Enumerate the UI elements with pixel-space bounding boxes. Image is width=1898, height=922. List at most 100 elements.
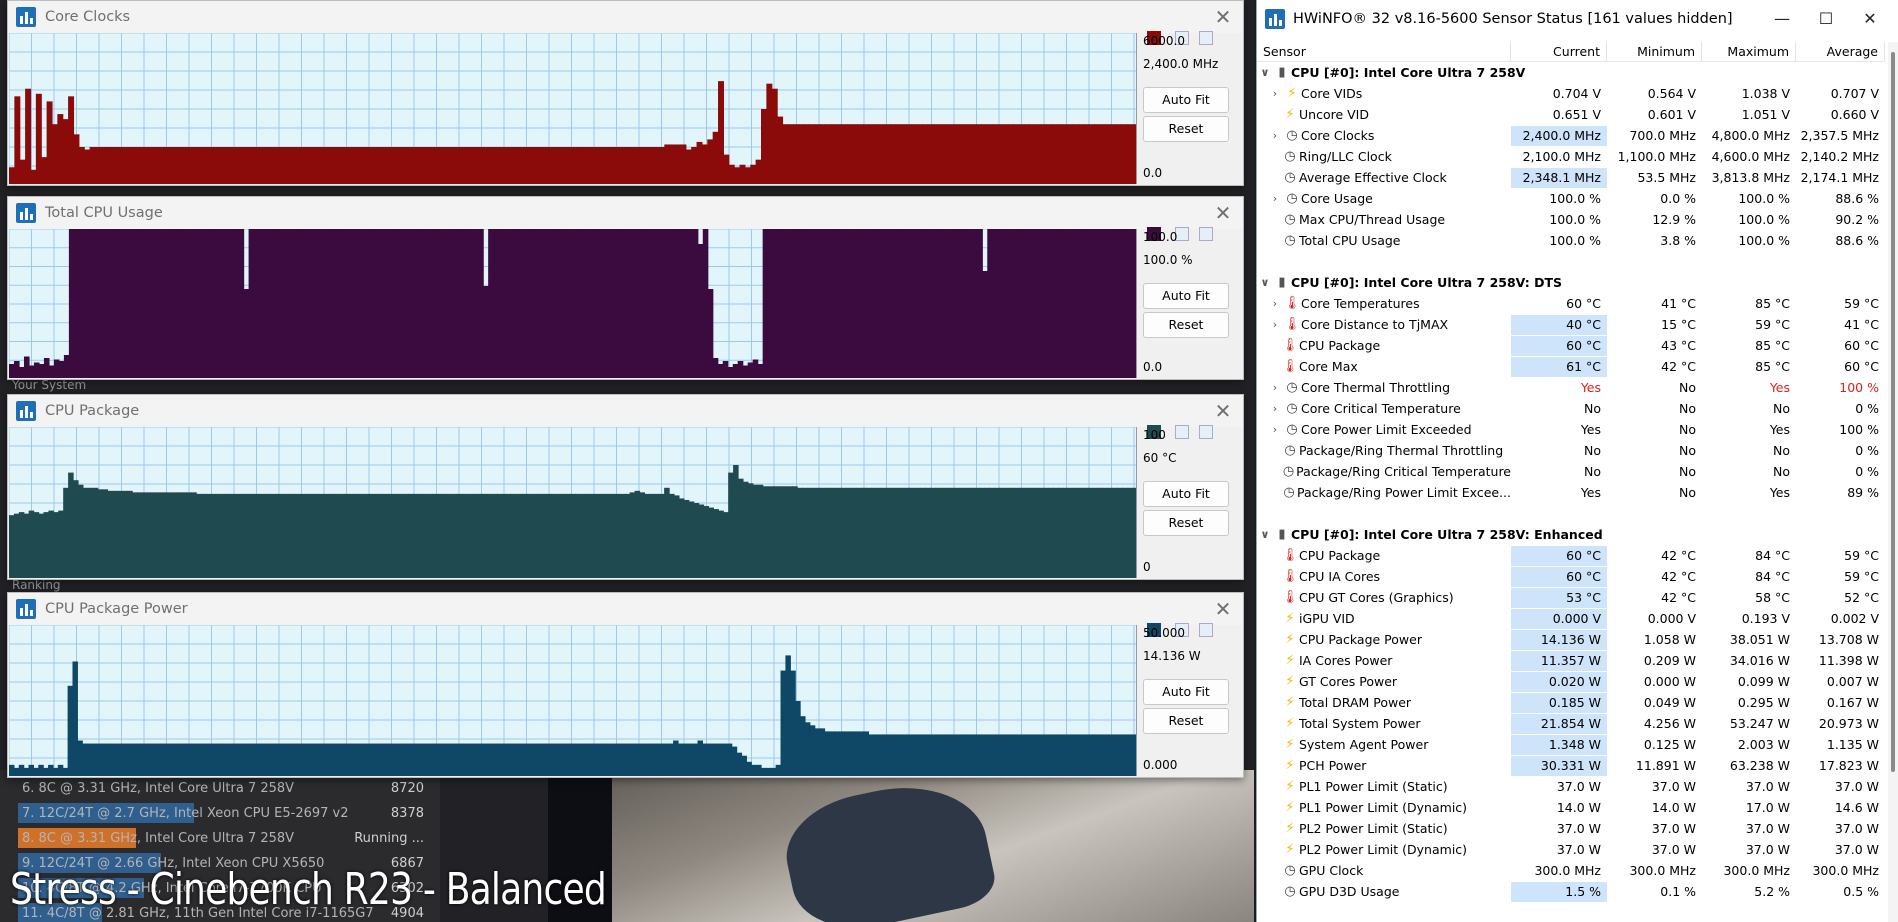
- sensor-row[interactable]: ◷ GPU Clock 300.0 MHz 300.0 MHz 300.0 MHz 300…: [1257, 860, 1885, 881]
- chevron-down-icon[interactable]: ∨: [1257, 528, 1273, 541]
- sensor-row[interactable]: ⚡ CPU Package Power 14.136 W 1.058 W 38.051 …: [1257, 629, 1885, 650]
- sensor-row[interactable]: ⚡ Total System Power 21.854 W 4.256 W 53.247…: [1257, 713, 1885, 734]
- sensor-group-header[interactable]: ∨ ▮ CPU [#0]: Intel Core Ultra 7 258V: [1257, 62, 1885, 83]
- sensor-row[interactable]: › 🌡 Core Distance to TjMAX 40 °C 15 °C 59 °C 4…: [1257, 314, 1885, 335]
- sensor-row[interactable]: ⚡ PL2 Power Limit (Static) 37.0 W 37.0 W 37.…: [1257, 818, 1885, 839]
- graph-option-square[interactable]: [1199, 623, 1213, 637]
- reset-button[interactable]: Reset: [1143, 510, 1229, 536]
- sensor-row[interactable]: ⚡ System Agent Power 1.348 W 0.125 W 2.003 W…: [1257, 734, 1885, 755]
- column-header-average[interactable]: Average: [1796, 42, 1885, 61]
- sensor-row[interactable]: 🌡 CPU GT Cores (Graphics) 53 °C 42 °C 58 °C 5…: [1257, 587, 1885, 608]
- sensor-row[interactable]: ◷ Package/Ring Critical Temperature No No No…: [1257, 461, 1885, 482]
- sensor-row[interactable]: ⚡ PL1 Power Limit (Dynamic) 14.0 W 14.0 W 17…: [1257, 797, 1885, 818]
- auto-fit-button[interactable]: Auto Fit: [1143, 679, 1229, 705]
- close-icon[interactable]: ✕: [1213, 401, 1233, 421]
- sensor-row[interactable]: ⚡ GT Cores Power 0.020 W 0.000 W 0.099 W 0.00…: [1257, 671, 1885, 692]
- sensor-group-header[interactable]: ∨ ▮ CPU [#0]: Intel Core Ultra 7 258V: Enh…: [1257, 524, 1885, 545]
- sensor-row[interactable]: ⚡ Total DRAM Power 0.185 W 0.049 W 0.295 W 0.…: [1257, 692, 1885, 713]
- close-icon[interactable]: ✕: [1213, 7, 1233, 27]
- sensor-row[interactable]: ⚡ iGPU VID 0.000 V 0.000 V 0.193 V 0.002 V: [1257, 608, 1885, 629]
- sensor-row[interactable]: ⚡ PL2 Power Limit (Dynamic) 37.0 W 37.0 W 37…: [1257, 839, 1885, 860]
- sensor-name: CPU Package Power: [1299, 632, 1422, 647]
- chevron-down-icon[interactable]: ∨: [1257, 276, 1273, 289]
- graph-sample-bar: [513, 147, 520, 184]
- hwinfo-sensor-window[interactable]: HWiNFO® 32 v8.16-5600 Sensor Status [161…: [1256, 0, 1898, 922]
- chevron-down-icon[interactable]: ∨: [1257, 66, 1273, 79]
- sensor-row[interactable]: › 🌡 Core Temperatures 60 °C 41 °C 85 °C 59 °C: [1257, 293, 1885, 314]
- chevron-right-icon[interactable]: ›: [1267, 423, 1283, 436]
- graph-sample-bar: [1068, 487, 1074, 578]
- column-header-minimum[interactable]: Minimum: [1607, 42, 1702, 61]
- sensor-row[interactable]: 🌡 Core Max 61 °C 42 °C 85 °C 60 °C: [1257, 356, 1885, 377]
- graph-sample-bar: [1029, 124, 1036, 184]
- vertical-scrollbar[interactable]: [1888, 42, 1898, 922]
- close-icon[interactable]: ✕: [1213, 203, 1233, 223]
- column-header-maximum[interactable]: Maximum: [1702, 42, 1796, 61]
- graph-sample-bar: [599, 743, 606, 776]
- sensor-row[interactable]: › ◷ Core Power Limit Exceeded Yes No Yes 100 %: [1257, 419, 1885, 440]
- reset-button[interactable]: Reset: [1143, 116, 1229, 142]
- hwinfo-titlebar[interactable]: HWiNFO® 32 v8.16-5600 Sensor Status [161…: [1257, 0, 1898, 38]
- chevron-right-icon[interactable]: ›: [1267, 297, 1283, 310]
- sensor-row[interactable]: ◷ Package/Ring Thermal Throttling No No No 0 …: [1257, 440, 1885, 461]
- sensor-row[interactable]: ◷ Total CPU Usage 100.0 % 3.8 % 100.0 % 88.6 …: [1257, 230, 1885, 251]
- graph-titlebar[interactable]: CPU Package ✕: [8, 395, 1243, 427]
- sensor-row[interactable]: › ◷ Core Clocks 2,400.0 MHz 700.0 MHz 4,800.0…: [1257, 125, 1885, 146]
- auto-fit-button[interactable]: Auto Fit: [1143, 481, 1229, 507]
- graph-window-core-clocks[interactable]: Core Clocks ✕ 6000.0 2,400.0 MHz Auto Fit Res…: [7, 0, 1244, 186]
- sensor-row[interactable]: ◷ Ring/LLC Clock 2,100.0 MHz 1,100.0 MHz 4,6…: [1257, 146, 1885, 167]
- chevron-right-icon[interactable]: ›: [1267, 318, 1283, 331]
- graph-window-cpu-package[interactable]: CPU Package ✕ 100 60 °C Auto Fit Reset 0: [7, 394, 1244, 580]
- sensor-row[interactable]: ◷ GPU D3D Usage 1.5 % 0.1 % 5.2 % 0.5 %: [1257, 881, 1885, 902]
- graph-titlebar[interactable]: Core Clocks ✕: [8, 1, 1243, 33]
- sensor-row[interactable]: ◷ Package/Ring Power Limit Excee... Yes No Y…: [1257, 482, 1885, 503]
- reset-button[interactable]: Reset: [1143, 708, 1229, 734]
- sensor-row[interactable]: ◷ Max CPU/Thread Usage 100.0 % 12.9 % 100.0 …: [1257, 209, 1885, 230]
- sensor-row[interactable]: ◷ Average Effective Clock 2,348.1 MHz 53.5 …: [1257, 167, 1885, 188]
- column-header-current[interactable]: Current: [1511, 42, 1607, 61]
- sensor-row[interactable]: 🌡 CPU Package 60 °C 42 °C 84 °C 59 °C: [1257, 545, 1885, 566]
- graph-window-cpu-package-power[interactable]: CPU Package Power ✕ 50.000 14.136 W Auto Fit…: [7, 592, 1244, 778]
- graph-sample-bar: [632, 147, 639, 184]
- sensor-row[interactable]: › ⚡ Core VIDs 0.704 V 0.564 V 1.038 V 0.707 V: [1257, 83, 1885, 104]
- reset-button[interactable]: Reset: [1143, 312, 1229, 338]
- sensor-average-value: 0 %: [1855, 442, 1879, 458]
- graph-sample-bar: [848, 731, 855, 776]
- sensor-row[interactable]: ⚡ PCH Power 30.331 W 11.891 W 63.238 W 17.823…: [1257, 755, 1885, 776]
- sensor-row[interactable]: › ◷ Core Usage 100.0 % 0.0 % 100.0 % 88.6 %: [1257, 188, 1885, 209]
- chevron-right-icon[interactable]: ›: [1267, 192, 1283, 205]
- graph-option-square[interactable]: [1199, 227, 1213, 241]
- graph-titlebar[interactable]: Total CPU Usage ✕: [8, 197, 1243, 229]
- minimize-icon[interactable]: —: [1772, 9, 1792, 28]
- chevron-right-icon[interactable]: ›: [1267, 381, 1283, 394]
- column-header-sensor[interactable]: Sensor: [1257, 42, 1511, 61]
- sensor-row[interactable]: ⚡ Uncore VID 0.651 V 0.601 V 1.051 V 0.660 V: [1257, 104, 1885, 125]
- graph-titlebar[interactable]: CPU Package Power ✕: [8, 593, 1243, 625]
- graph-option-square[interactable]: [1199, 31, 1213, 45]
- sensor-row[interactable]: ⚡ PL1 Power Limit (Static) 37.0 W 37.0 W 37.…: [1257, 776, 1885, 797]
- sensor-minimum-value: 11.891 W: [1635, 757, 1696, 773]
- graph-window-total-cpu-usage[interactable]: Total CPU Usage ✕ 100.0 100.0 % Auto Fit Rese…: [7, 196, 1244, 380]
- close-icon[interactable]: ✕: [1860, 9, 1880, 28]
- sensor-row[interactable]: ⚡ IA Cores Power 11.357 W 0.209 W 34.016 W 11…: [1257, 650, 1885, 671]
- graph-sample-bar: [677, 743, 684, 776]
- graph-option-square[interactable]: [1199, 425, 1213, 439]
- auto-fit-button[interactable]: Auto Fit: [1143, 87, 1229, 113]
- graph-sample-bar: [890, 487, 897, 578]
- chevron-right-icon[interactable]: ›: [1267, 129, 1283, 142]
- chevron-right-icon[interactable]: ›: [1267, 87, 1283, 100]
- sensor-row[interactable]: › ◷ Core Thermal Throttling Yes No Yes 100 %: [1257, 377, 1885, 398]
- graph-sample-bar: [531, 743, 537, 776]
- auto-fit-button[interactable]: Auto Fit: [1143, 283, 1229, 309]
- scrollbar-thumb[interactable]: [1891, 52, 1895, 772]
- graph-sample-bar: [526, 743, 533, 776]
- sensor-row[interactable]: › ◷ Core Critical Temperature No No No 0 %: [1257, 398, 1885, 419]
- graph-sample-bar: [229, 147, 236, 184]
- chevron-right-icon[interactable]: ›: [1267, 402, 1283, 415]
- maximize-icon[interactable]: ☐: [1816, 9, 1836, 28]
- graph-sample-bar: [752, 484, 759, 578]
- sensor-group-header[interactable]: ∨ ▮ CPU [#0]: Intel Core Ultra 7 258V: DTS: [1257, 272, 1885, 293]
- sensor-row[interactable]: 🌡 CPU Package 60 °C 43 °C 85 °C 60 °C: [1257, 335, 1885, 356]
- close-icon[interactable]: ✕: [1213, 599, 1233, 619]
- sensor-row[interactable]: 🌡 CPU IA Cores 60 °C 42 °C 84 °C 59 °C: [1257, 566, 1885, 587]
